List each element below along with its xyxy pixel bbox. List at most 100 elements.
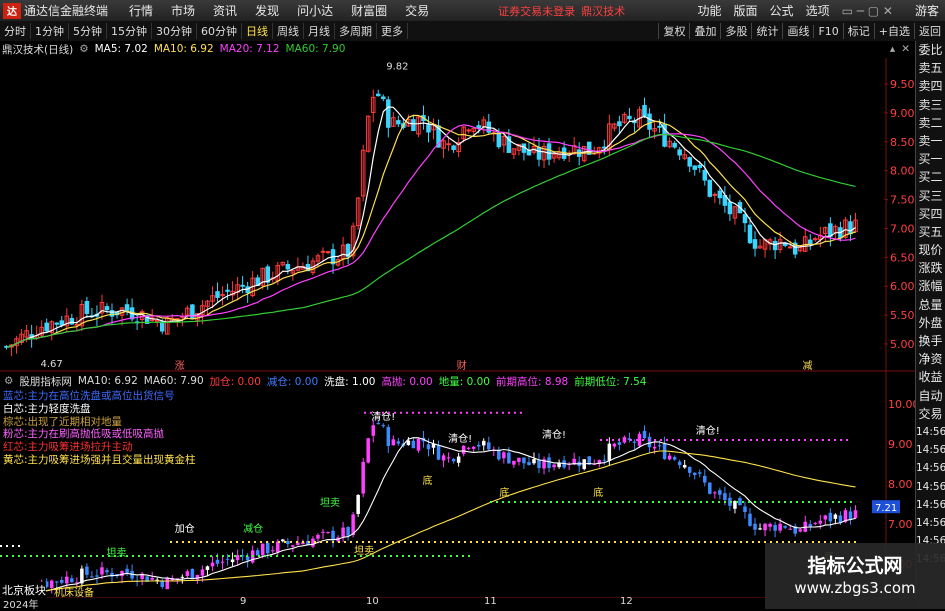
- y-tick-label: 7.50: [890, 194, 915, 207]
- candle-body: [325, 251, 331, 254]
- period-5min[interactable]: 5分钟: [69, 23, 107, 39]
- guest-label[interactable]: 游客: [909, 2, 945, 19]
- indicator-body: [200, 569, 205, 576]
- settings-icon[interactable]: ⚙: [79, 43, 88, 55]
- indicator-body: [356, 494, 360, 515]
- menu-shichang[interactable]: 市场: [162, 2, 204, 19]
- candle-body: [702, 169, 708, 181]
- date-tick: 9: [240, 596, 247, 607]
- period-daily[interactable]: 日线: [242, 23, 273, 39]
- period-1min[interactable]: 1分钟: [31, 23, 69, 39]
- indicator-body: [391, 439, 396, 446]
- menu-gongneng[interactable]: 功能: [692, 2, 728, 19]
- quote-field-label[interactable]: 买四: [916, 205, 945, 223]
- indicator-body: [617, 442, 622, 445]
- sub-y-tick-label: 7.00: [888, 518, 913, 531]
- menu-zixun[interactable]: 资讯: [204, 2, 246, 19]
- quote-field-label[interactable]: 买二: [916, 168, 945, 186]
- quote-field-label[interactable]: 现价: [916, 241, 945, 259]
- auto-trade-button[interactable]: 交易: [916, 405, 945, 423]
- stock-name-title: 鼎汉技术: [581, 4, 626, 18]
- overlay-button[interactable]: 叠加: [689, 23, 720, 39]
- back-button[interactable]: 返回: [914, 23, 945, 39]
- indicator-body: [507, 452, 511, 464]
- quote-field-label[interactable]: 买五: [916, 223, 945, 241]
- candle-body: [772, 240, 778, 251]
- indicator-annotation: 清仓!: [542, 428, 566, 441]
- indicator-body: [602, 459, 607, 461]
- candle-body: [44, 322, 49, 332]
- candle-body: [285, 264, 291, 270]
- quote-field-label[interactable]: 收益: [916, 368, 945, 386]
- quote-field-label[interactable]: 换手: [916, 332, 945, 350]
- tick-time: 14:56: [916, 425, 945, 438]
- f10-button[interactable]: F10: [813, 24, 842, 38]
- period-fenshi[interactable]: 分时: [0, 23, 31, 39]
- menu-wenxiaoda[interactable]: 问小达: [288, 2, 342, 19]
- y-tick-label: 5.00: [890, 338, 915, 351]
- expand-icon[interactable]: ▴: [890, 43, 895, 55]
- period-30min[interactable]: 30分钟: [152, 23, 197, 39]
- candle-body: [215, 291, 220, 298]
- chart-canvas[interactable]: 9.50 9.00 8.50 8.00 7.50 7.00 6.50 6.00 5.50 5.00…: [0, 0, 916, 609]
- auto-trade-button[interactable]: 自动: [916, 387, 945, 405]
- indicator-body: [441, 455, 446, 461]
- indicator-body: [65, 576, 69, 584]
- chart-title[interactable]: 鼎汉技术(日线): [2, 42, 73, 57]
- indicator-body: [698, 472, 702, 474]
- window-controls-icon[interactable]: ▭ ─ ▢ ✕: [836, 4, 899, 18]
- board-label[interactable]: 北京板块: [2, 582, 46, 598]
- period-60min[interactable]: 60分钟: [197, 23, 242, 39]
- candle-body: [848, 221, 853, 235]
- quote-field-label[interactable]: 卖四: [916, 77, 945, 95]
- menu-hangqing[interactable]: 行情: [120, 2, 162, 19]
- quote-field-label[interactable]: 净资: [916, 350, 945, 368]
- indicator-body: [547, 457, 551, 469]
- menu-jiaoyi[interactable]: 交易: [396, 2, 438, 19]
- draw-line-button[interactable]: 画线: [782, 23, 813, 39]
- candle-body: [727, 201, 733, 215]
- indicator-name[interactable]: 股朋指标网: [19, 374, 72, 389]
- gear-icon[interactable]: ⚙: [4, 375, 13, 387]
- login-notice[interactable]: 证券交易未登录: [498, 3, 575, 19]
- menu-gongshi[interactable]: 公式: [764, 2, 800, 19]
- quote-field-label[interactable]: 卖三: [916, 96, 945, 114]
- quote-field-label[interactable]: 卖一: [916, 132, 945, 150]
- quote-field-label[interactable]: 买三: [916, 187, 945, 205]
- period-monthly[interactable]: 月线: [304, 23, 335, 39]
- event-marker: 涨: [175, 360, 185, 372]
- indicator-body: [190, 568, 195, 579]
- quote-field-label[interactable]: 涨跌: [916, 259, 945, 277]
- quote-field-label[interactable]: 涨幅: [916, 277, 945, 295]
- period-more[interactable]: 更多: [377, 23, 408, 39]
- indicator-body: [763, 523, 767, 531]
- menu-banmian[interactable]: 版面: [728, 2, 764, 19]
- close-panel-icon[interactable]: ✕: [901, 43, 910, 55]
- y-tick-label: 8.50: [890, 136, 915, 149]
- statistics-button[interactable]: 统计: [751, 23, 782, 39]
- indicator-body: [552, 464, 556, 468]
- add-watchlist-button[interactable]: +自选: [873, 23, 914, 39]
- menu-faxian[interactable]: 发现: [246, 2, 288, 19]
- menu-xuanxiang[interactable]: 选项: [800, 2, 836, 19]
- indicator-body: [768, 523, 772, 527]
- quote-field-label[interactable]: 买一: [916, 150, 945, 168]
- period-weekly[interactable]: 周线: [273, 23, 304, 39]
- mark-button[interactable]: 标记: [842, 23, 874, 39]
- indicator-annotation: 坦卖: [106, 546, 126, 559]
- fuquan-button[interactable]: 复权: [658, 23, 689, 39]
- menu-caifuquan[interactable]: 财富圈: [342, 2, 396, 19]
- quote-field-label[interactable]: 总量: [916, 296, 945, 314]
- quote-field-label[interactable]: 外盘: [916, 314, 945, 332]
- quote-field-label[interactable]: 委比: [916, 41, 945, 59]
- multi-stock-button[interactable]: 多股: [720, 23, 751, 39]
- indicator-body: [100, 567, 104, 575]
- period-15min[interactable]: 15分钟: [107, 23, 152, 39]
- sector-tag[interactable]: 机床设备: [54, 584, 94, 599]
- quote-field-label[interactable]: 卖五: [916, 59, 945, 77]
- indicator-body: [692, 472, 697, 476]
- period-multi[interactable]: 多周期: [335, 23, 377, 39]
- quote-field-label[interactable]: 卖二: [916, 114, 945, 132]
- indicator-body: [748, 513, 752, 526]
- indicator-body: [667, 455, 672, 460]
